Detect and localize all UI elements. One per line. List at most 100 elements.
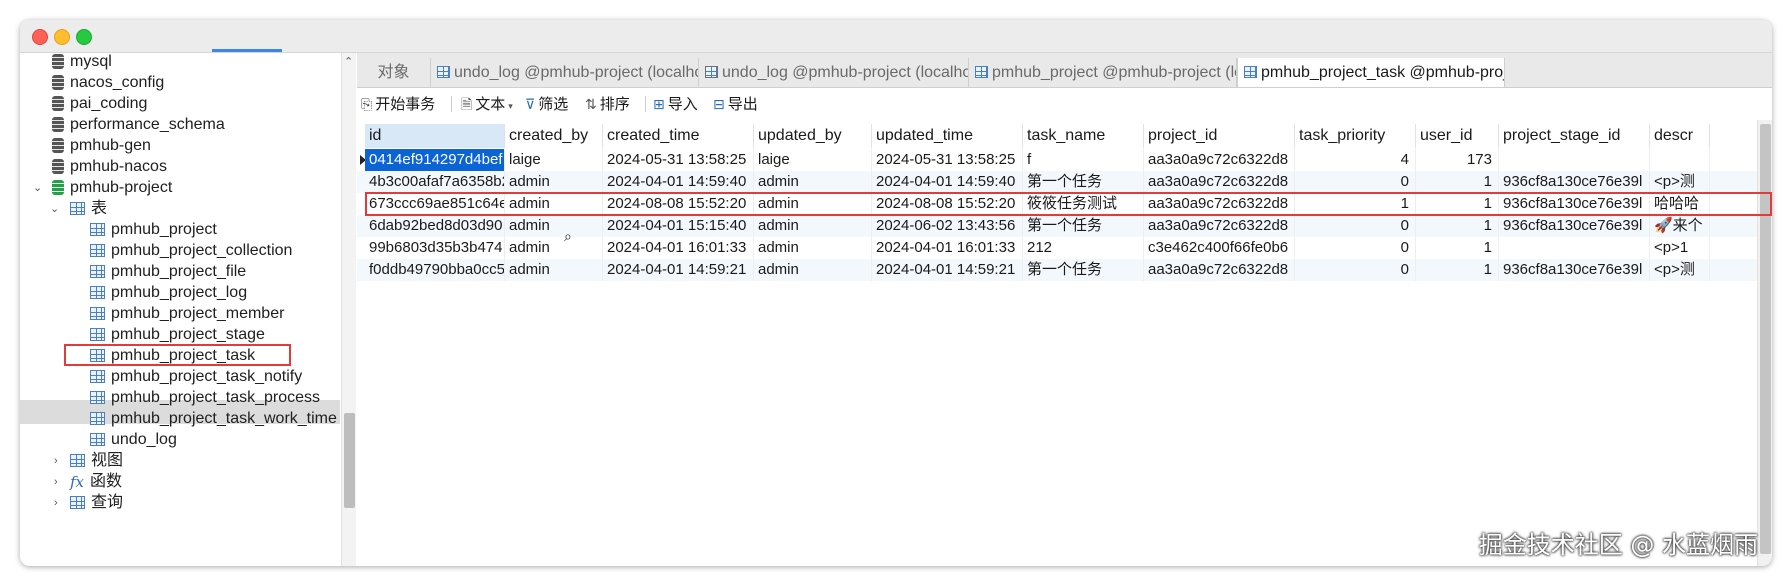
cell-id[interactable]: 4b3c00afaf7a6358b2 — [365, 171, 505, 193]
cell-updated-by[interactable]: admin — [754, 259, 872, 281]
scroll-up-arrow-icon[interactable]: ⌃ — [344, 55, 353, 68]
column-header-task-name[interactable]: task_name — [1023, 124, 1144, 148]
toolbar-divider — [645, 96, 646, 112]
cell-updated-by[interactable]: admin — [754, 237, 872, 259]
cell-updated-by[interactable]: admin — [754, 215, 872, 237]
column-header-descr[interactable]: descr — [1650, 124, 1710, 148]
cell-user-id[interactable]: 173 — [1416, 149, 1499, 171]
cell-descr[interactable]: <p>1 — [1650, 237, 1710, 259]
cell-project-id[interactable]: aa3a0a9c72c6322d8 — [1144, 171, 1295, 193]
column-header-project-id[interactable]: project_id — [1144, 124, 1295, 148]
cell-task-name[interactable]: 第一个任务 — [1023, 259, 1144, 281]
column-header-created-time[interactable]: created_time — [603, 124, 754, 148]
cell-id[interactable]: f0ddb49790bba0cc5 — [365, 259, 505, 281]
grid-scrollbar[interactable] — [1757, 120, 1772, 566]
cell-id[interactable]: 6dab92bed8d03d90 — [365, 215, 505, 237]
chevron-right-icon[interactable]: › — [54, 470, 66, 488]
tab-pmhub-project[interactable]: pmhub_project @pmhub-project (lo... — [969, 58, 1237, 87]
cell-updated-by[interactable]: laige — [754, 149, 872, 171]
cell-id[interactable]: 99b6803d35b3b474 — [365, 237, 505, 259]
tab-objects[interactable]: 对象 — [357, 58, 431, 87]
tree-item-label: pmhub-nacos — [70, 158, 167, 175]
cell-task-priority[interactable]: 4 — [1295, 149, 1416, 171]
cell-created-time[interactable]: 2024-04-01 15:15:40 — [603, 215, 754, 237]
table-row[interactable]: f0ddb49790bba0cc5 admin 2024-04-01 14:59… — [357, 259, 1757, 281]
minimize-window-button[interactable] — [54, 29, 70, 45]
begin-transaction-button[interactable]: ⎘ 开始事务 — [361, 88, 435, 120]
sidebar-scroll-thumb[interactable] — [344, 413, 355, 508]
cell-created-time[interactable]: 2024-04-01 16:01:33 — [603, 237, 754, 259]
cell-created-by[interactable]: admin — [505, 171, 603, 193]
column-header-updated-by[interactable]: updated_by — [754, 124, 872, 148]
cell-project-id[interactable]: aa3a0a9c72c6322d8 — [1144, 215, 1295, 237]
cell-created-by[interactable]: admin — [505, 259, 603, 281]
cell-updated-by[interactable]: admin — [754, 171, 872, 193]
cell-user-id[interactable]: 1 — [1416, 237, 1499, 259]
cell-created-time[interactable]: 2024-04-01 14:59:21 — [603, 259, 754, 281]
cell-user-id[interactable]: 1 — [1416, 215, 1499, 237]
cell-project-stage-id[interactable] — [1499, 237, 1650, 259]
import-button[interactable]: ⊞ 导入 — [653, 88, 698, 120]
cell-descr[interactable]: <p>测 — [1650, 171, 1710, 193]
cell-project-id[interactable]: aa3a0a9c72c6322d8 — [1144, 259, 1295, 281]
cell-descr[interactable]: <p>测 — [1650, 259, 1710, 281]
grid-scroll-thumb[interactable] — [1760, 124, 1771, 554]
cell-project-stage-id[interactable] — [1499, 149, 1650, 171]
tab-undo-log-data[interactable]: undo_log @pmhub-project (localho... — [431, 58, 699, 87]
cell-project-stage-id[interactable]: 936cf8a130ce76e39l — [1499, 259, 1650, 281]
column-header-id[interactable]: id — [365, 124, 505, 148]
chevron-down-icon[interactable]: ⌄ — [33, 176, 45, 194]
cell-task-name[interactable]: f — [1023, 149, 1144, 171]
chevron-down-icon[interactable]: ⌄ — [50, 197, 62, 215]
tree-item-queries-folder[interactable]: 查询 — [70, 491, 123, 515]
column-header-user-id[interactable]: user_id — [1416, 124, 1499, 148]
cell-created-by[interactable]: admin — [505, 215, 603, 237]
cell-user-id[interactable]: 1 — [1416, 171, 1499, 193]
column-header-project-stage-id[interactable]: project_stage_id — [1499, 124, 1650, 148]
cell-user-id[interactable]: 1 — [1416, 259, 1499, 281]
cell-project-id[interactable]: aa3a0a9c72c6322d8 — [1144, 149, 1295, 171]
sidebar-scrollbar[interactable]: ⌃ — [341, 53, 356, 566]
chevron-right-icon[interactable]: › — [54, 491, 66, 509]
cell-updated-time[interactable]: 2024-04-01 16:01:33 — [872, 237, 1023, 259]
cell-descr[interactable]: 🚀来个 — [1650, 215, 1710, 237]
table-row[interactable]: 0414ef914297d4bef laige 2024-05-31 13:58… — [357, 149, 1757, 171]
cell-updated-time[interactable]: 2024-04-01 14:59:40 — [872, 171, 1023, 193]
cell-created-by[interactable]: admin — [505, 237, 603, 259]
sort-button[interactable]: ⇅ 排序 — [585, 88, 630, 120]
text-view-button[interactable]: 🗎 文本 ▾ — [461, 88, 516, 120]
cell-task-priority[interactable]: 0 — [1295, 215, 1416, 237]
close-window-button[interactable] — [32, 29, 48, 45]
column-header-updated-time[interactable]: updated_time — [872, 124, 1023, 148]
cell-task-priority[interactable]: 0 — [1295, 171, 1416, 193]
cell-updated-time[interactable]: 2024-04-01 14:59:21 — [872, 259, 1023, 281]
cell-project-stage-id[interactable]: 936cf8a130ce76e39l — [1499, 171, 1650, 193]
tab-pmhub-project-task[interactable]: pmhub_project_task @pmhub-proje... — [1237, 58, 1505, 87]
cell-task-priority[interactable]: 0 — [1295, 259, 1416, 281]
cell-project-stage-id[interactable]: 936cf8a130ce76e39l — [1499, 215, 1650, 237]
tab-undo-log-design[interactable]: undo_log @pmhub-project (localho... — [699, 58, 969, 87]
export-button[interactable]: ⊟ 导出 — [713, 88, 758, 120]
column-header-task-priority[interactable]: task_priority — [1295, 124, 1416, 148]
table-row[interactable]: 4b3c00afaf7a6358b2 admin 2024-04-01 14:5… — [357, 171, 1757, 193]
cell-created-by[interactable]: laige — [505, 149, 603, 171]
tree-item-label: pmhub-gen — [70, 137, 151, 154]
table-icon — [90, 307, 105, 321]
transaction-icon: ⎘ — [361, 96, 373, 112]
cell-descr[interactable] — [1650, 149, 1710, 171]
cell-task-priority[interactable]: 0 — [1295, 237, 1416, 259]
cell-updated-time[interactable]: 2024-06-02 13:43:56 — [872, 215, 1023, 237]
cell-created-time[interactable]: 2024-05-31 13:58:25 — [603, 149, 754, 171]
cell-created-time[interactable]: 2024-04-01 14:59:40 — [603, 171, 754, 193]
cell-task-name[interactable]: 第一个任务 — [1023, 171, 1144, 193]
cell-project-id[interactable]: c3e462c400f66fe0b6 — [1144, 237, 1295, 259]
cell-task-name[interactable]: 212 — [1023, 237, 1144, 259]
cell-updated-time[interactable]: 2024-05-31 13:58:25 — [872, 149, 1023, 171]
cell-task-name[interactable]: 第一个任务 — [1023, 215, 1144, 237]
cell-id[interactable]: 0414ef914297d4bef — [365, 149, 505, 171]
zoom-window-button[interactable] — [76, 29, 92, 45]
text-cursor-icon: ⌕ — [564, 228, 572, 244]
column-header-created-by[interactable]: created_by — [505, 124, 603, 148]
chevron-right-icon[interactable]: › — [54, 449, 66, 467]
filter-button[interactable]: ⊽ 筛选 — [525, 88, 568, 120]
